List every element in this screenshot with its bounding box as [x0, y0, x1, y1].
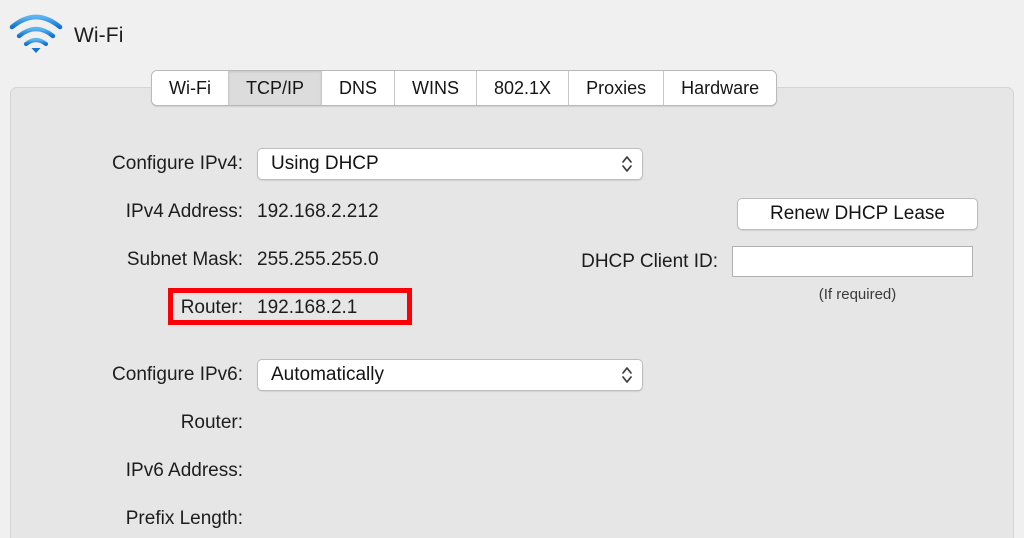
ipv6-router-label: Router:: [180, 412, 243, 433]
configure-ipv4-row: Configure IPv4: Using DHCP: [90, 148, 643, 180]
tab-wins[interactable]: WINS: [395, 71, 478, 105]
tab-proxies[interactable]: Proxies: [569, 71, 665, 105]
configure-ipv6-label: Configure IPv6:: [112, 364, 243, 385]
tab-wifi[interactable]: Wi-Fi: [152, 71, 229, 105]
ipv4-address-value: 192.168.2.212: [257, 201, 379, 222]
prefix-length-label: Prefix Length:: [125, 508, 243, 529]
router-value: 192.168.2.1: [257, 297, 358, 318]
dhcp-client-id-label: DHCP Client ID:: [581, 250, 718, 272]
configure-ipv4-popup[interactable]: Using DHCP: [257, 148, 643, 180]
tab-hardware[interactable]: Hardware: [664, 71, 777, 105]
window-header: Wi-Fi: [0, 0, 1024, 78]
page-title: Wi-Fi: [74, 24, 124, 47]
chevron-updown-icon: [620, 153, 634, 175]
ipv4-address-label: IPv4 Address:: [125, 201, 243, 222]
configure-ipv6-row: Configure IPv6: Automatically: [90, 359, 643, 391]
ipv6-router-row: Router:: [90, 412, 257, 434]
tab-dns[interactable]: DNS: [322, 71, 396, 105]
tab-8021x[interactable]: 802.1X: [477, 71, 570, 105]
router-row: Router: 192.168.2.1: [90, 297, 358, 319]
configure-ipv6-value: Automatically: [271, 364, 384, 385]
configure-ipv4-value: Using DHCP: [271, 153, 379, 174]
dhcp-client-id-input[interactable]: [732, 246, 973, 277]
dhcp-client-id-hint: (If required): [818, 286, 897, 303]
prefix-length-row: Prefix Length:: [90, 508, 257, 530]
ipv6-address-row: IPv6 Address:: [90, 460, 257, 482]
wifi-icon: [8, 13, 64, 55]
configure-ipv4-label: Configure IPv4:: [112, 153, 243, 174]
ipv4-address-row: IPv4 Address: 192.168.2.212: [90, 201, 379, 223]
router-label: Router:: [180, 297, 243, 318]
ipv6-address-label: IPv6 Address:: [125, 460, 243, 481]
dhcp-client-id-row: DHCP Client ID:: [560, 246, 973, 277]
configure-ipv6-popup[interactable]: Automatically: [257, 359, 643, 391]
subnet-mask-label: Subnet Mask:: [126, 249, 243, 270]
subnet-mask-row: Subnet Mask: 255.255.255.0: [90, 249, 379, 271]
tab-bar: Wi-Fi TCP/IP DNS WINS 802.1X Proxies Har…: [151, 70, 778, 106]
renew-dhcp-lease-button[interactable]: Renew DHCP Lease: [737, 198, 978, 230]
subnet-mask-value: 255.255.255.0: [257, 249, 379, 270]
tab-tcpip[interactable]: TCP/IP: [228, 71, 322, 105]
chevron-updown-icon: [620, 364, 634, 386]
